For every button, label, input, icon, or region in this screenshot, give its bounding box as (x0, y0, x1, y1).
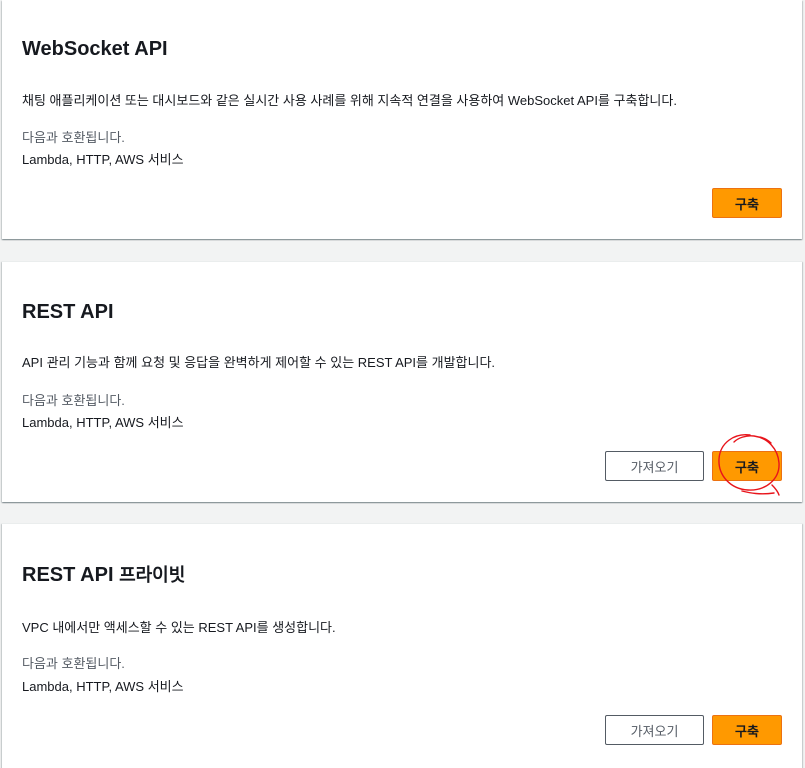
card-title: REST API (22, 301, 114, 323)
websocket-api-card: WebSocket API 채팅 애플리케이션 또는 대시보드와 같은 실시간 … (2, 0, 802, 239)
rest-private-build-button[interactable]: 구축 (712, 715, 782, 745)
rest-import-button[interactable]: 가져오기 (605, 451, 704, 481)
card-description: API 관리 기능과 함께 요청 및 응답을 완벽하게 제어할 수 있는 RES… (22, 355, 496, 370)
rest-api-private-card: REST API 프라이빗 VPC 내에서만 액세스할 수 있는 REST AP… (2, 523, 802, 768)
compat-value: Lambda, HTTP, AWS 서비스 (22, 679, 184, 694)
card-description: VPC 내에서만 액세스할 수 있는 REST API를 생성합니다. (22, 620, 336, 635)
websocket-build-button[interactable]: 구축 (712, 188, 782, 218)
compat-value: Lambda, HTTP, AWS 서비스 (22, 415, 184, 430)
compat-label: 다음과 호환됩니다. (22, 393, 125, 408)
compat-value: Lambda, HTTP, AWS 서비스 (22, 152, 184, 167)
rest-build-button[interactable]: 구축 (712, 451, 782, 481)
rest-api-card: REST API API 관리 기능과 함께 요청 및 응답을 완벽하게 제어할… (2, 261, 802, 502)
card-title-suffix: 프라이빗 (119, 565, 186, 585)
card-title-main: REST API (22, 564, 114, 586)
compat-label: 다음과 호환됩니다. (22, 656, 125, 671)
card-title: WebSocket API (22, 38, 168, 60)
card-title: REST API 프라이빗 (22, 563, 185, 587)
card-description: 채팅 애플리케이션 또는 대시보드와 같은 실시간 사용 사례를 위해 지속적 … (22, 93, 677, 108)
compat-label: 다음과 호환됩니다. (22, 130, 125, 145)
rest-private-import-button[interactable]: 가져오기 (605, 715, 704, 745)
